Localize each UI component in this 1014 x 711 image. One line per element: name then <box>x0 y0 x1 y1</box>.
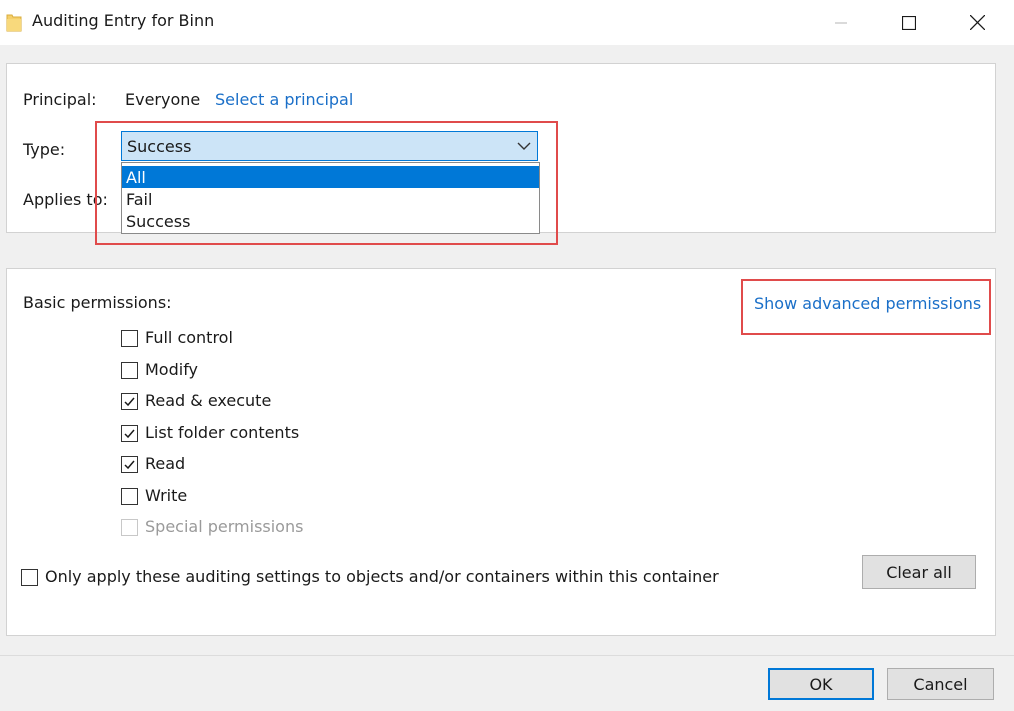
close-icon <box>969 15 985 30</box>
chevron-down-icon <box>517 142 531 150</box>
checkmark-icon <box>124 397 135 407</box>
type-dropdown[interactable]: Success <box>121 131 538 161</box>
checkmark-icon <box>124 429 135 439</box>
read-label: Read <box>145 454 186 473</box>
basic-permissions-label: Basic permissions: <box>23 293 172 312</box>
special-permissions-label: Special permissions <box>145 517 304 536</box>
checkmark-icon <box>124 460 135 470</box>
title-bar: Auditing Entry for Binn <box>0 0 1014 45</box>
write-label: Write <box>145 486 188 505</box>
clear-all-button[interactable]: Clear all <box>862 555 976 589</box>
show-advanced-permissions-link[interactable]: Show advanced permissions <box>754 294 981 313</box>
only-apply-label: Only apply these auditing settings to ob… <box>45 567 719 586</box>
applies-to-label: Applies to: <box>23 190 108 209</box>
modify-checkbox[interactable] <box>121 362 138 379</box>
list-folder-contents-label: List folder contents <box>145 423 300 442</box>
folder-icon <box>6 14 22 32</box>
type-selected-value: Success <box>127 137 192 156</box>
list-folder-contents-checkbox[interactable] <box>121 425 138 442</box>
only-apply-checkbox[interactable] <box>21 569 38 586</box>
type-option-success[interactable]: Success <box>122 210 539 232</box>
type-option-fail[interactable]: Fail <box>122 188 539 210</box>
footer-separator <box>0 655 1014 656</box>
read-execute-label: Read & execute <box>145 391 272 410</box>
type-label: Type: <box>23 140 66 159</box>
special-permissions-checkbox <box>121 519 138 536</box>
write-checkbox[interactable] <box>121 488 138 505</box>
full-control-checkbox[interactable] <box>121 330 138 347</box>
type-option-all[interactable]: All <box>122 166 539 188</box>
type-options-list: All Fail Success <box>121 162 540 234</box>
read-checkbox[interactable] <box>121 456 138 473</box>
full-control-label: Full control <box>145 328 233 347</box>
minimize-icon <box>835 22 847 23</box>
principal-value: Everyone <box>125 90 201 109</box>
close-button[interactable] <box>954 0 1000 45</box>
minimize-button[interactable] <box>818 0 864 45</box>
maximize-button[interactable] <box>886 0 932 45</box>
window-title: Auditing Entry for Binn <box>32 11 215 30</box>
modify-label: Modify <box>145 360 199 379</box>
maximize-icon <box>902 15 916 30</box>
select-principal-link[interactable]: Select a principal <box>215 90 353 109</box>
ok-button[interactable]: OK <box>768 668 874 700</box>
principal-label: Principal: <box>23 90 97 109</box>
cancel-button[interactable]: Cancel <box>887 668 994 700</box>
read-execute-checkbox[interactable] <box>121 393 138 410</box>
